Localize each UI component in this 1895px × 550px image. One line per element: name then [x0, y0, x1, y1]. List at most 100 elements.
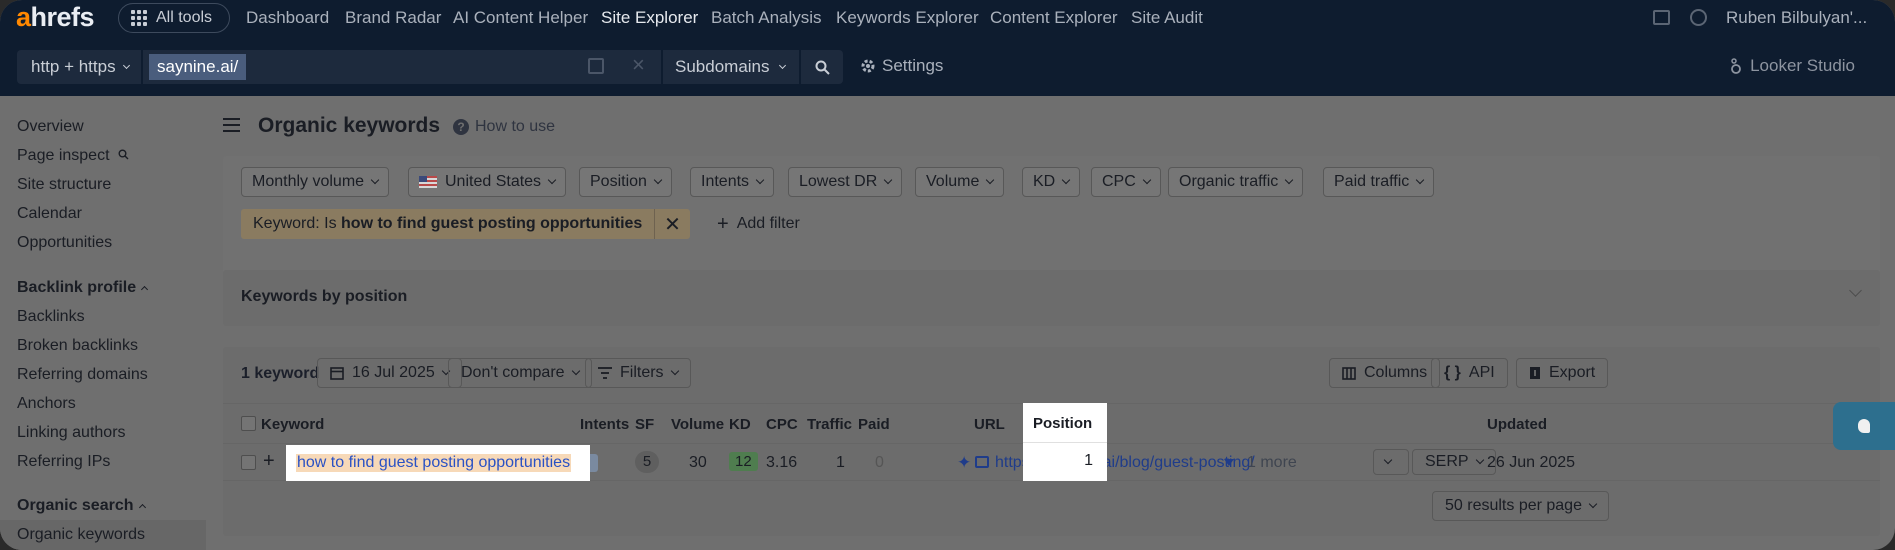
filter-monthly-volume[interactable]: Monthly volume	[241, 167, 390, 197]
menu-icon[interactable]	[223, 118, 240, 136]
col-updated[interactable]: Updated	[1487, 416, 1547, 433]
sidebar-item-organic-keywords[interactable]: Organic keywords	[17, 526, 145, 544]
all-tools-button[interactable]: All tools	[118, 3, 230, 33]
sidebar-item-referring-ips[interactable]: Referring IPs	[17, 453, 110, 471]
sidebar-item-overview[interactable]: Overview	[17, 118, 84, 136]
filter-value: how to find guest posting opportunities	[341, 215, 643, 232]
traffic-cell: 1	[836, 454, 845, 471]
api-button[interactable]: { } API	[1431, 358, 1508, 388]
url-dropdown-icon[interactable]	[1224, 459, 1234, 466]
close-icon[interactable]: ✕	[654, 209, 690, 239]
filter-icon	[598, 367, 612, 379]
filters-button[interactable]: Filters	[585, 358, 691, 388]
col-traffic[interactable]: Traffic	[807, 416, 852, 433]
target-url-input[interactable]: saynine.ai/	[143, 50, 661, 84]
col-paid[interactable]: Paid	[858, 416, 890, 433]
filter-position[interactable]: Position	[579, 167, 672, 197]
nav-keywords-explorer[interactable]: Keywords Explorer	[836, 8, 979, 28]
chat-support-button[interactable]	[1833, 402, 1895, 450]
results-per-page-select[interactable]: 50 results per page	[1432, 491, 1609, 521]
serp-button[interactable]: SERP	[1412, 449, 1496, 475]
protocol-select[interactable]: http + https	[17, 50, 141, 84]
active-keyword-filter[interactable]: Keyword: Is how to find guest posting op…	[241, 209, 690, 239]
search-icon	[118, 149, 129, 160]
search-button[interactable]	[801, 50, 843, 84]
filter-country[interactable]: United States	[408, 167, 567, 197]
more-urls-link[interactable]: 1 more	[1247, 454, 1297, 472]
filter-cpc[interactable]: CPC	[1091, 167, 1161, 197]
nav-site-audit[interactable]: Site Audit	[1131, 8, 1203, 28]
col-intents[interactable]: Intents	[580, 416, 629, 433]
chevron-down-icon[interactable]	[1849, 284, 1862, 297]
filter-lowest-dr[interactable]: Lowest DR	[788, 167, 903, 197]
date-picker[interactable]: 16 Jul 2025	[317, 358, 462, 388]
sidebar-item-broken-backlinks[interactable]: Broken backlinks	[17, 337, 138, 355]
ai-overview-icon[interactable]: ✦	[957, 453, 971, 473]
export-icon	[1530, 367, 1540, 379]
filter-kd[interactable]: KD	[1022, 167, 1081, 197]
sidebar-item-page-inspect[interactable]: Page inspect	[17, 147, 129, 165]
filter-volume[interactable]: Volume	[915, 167, 1005, 197]
filter-organic-traffic[interactable]: Organic traffic	[1168, 167, 1304, 197]
select-all-checkbox[interactable]	[241, 416, 256, 431]
col-url[interactable]: URL	[974, 416, 1005, 433]
clear-icon[interactable]: ×	[632, 54, 645, 76]
add-to-list-icon[interactable]: +	[263, 450, 275, 473]
mode-select[interactable]: Subdomains	[663, 50, 799, 84]
user-menu[interactable]: Ruben Bilbulyan'...	[1726, 8, 1867, 28]
highlighted-keyword[interactable]: how to find guest posting opportunities	[286, 445, 590, 481]
inbox-icon[interactable]	[1653, 10, 1670, 25]
col-cpc[interactable]: CPC	[766, 416, 798, 433]
compare-select[interactable]: Don't compare	[448, 358, 592, 388]
top-nav: ahrefs All tools Dashboard Brand Radar A…	[0, 0, 1895, 36]
looker-icon	[1731, 58, 1741, 74]
all-tools-label: All tools	[156, 9, 213, 26]
columns-icon	[1342, 366, 1356, 380]
sidebar-item-site-structure[interactable]: Site structure	[17, 176, 111, 194]
how-to-use-link[interactable]: ? How to use	[453, 118, 555, 136]
sidebar-item-opportunities[interactable]: Opportunities	[17, 234, 112, 252]
nav-batch-analysis[interactable]: Batch Analysis	[711, 8, 822, 28]
url-bar: http + https saynine.ai/ × Subdomains Se…	[0, 36, 1895, 96]
nav-ai-content-helper[interactable]: AI Content Helper	[453, 8, 588, 28]
add-filter-button[interactable]: + Add filter	[717, 213, 800, 235]
keyword-count: 1 keyword	[241, 365, 320, 382]
keywords-by-position-panel[interactable]: Keywords by position	[223, 270, 1880, 326]
sidebar-item-referring-domains[interactable]: Referring domains	[17, 366, 148, 384]
col-kd[interactable]: KD	[729, 416, 751, 433]
sidebar: Overview Page inspect Site structure Cal…	[0, 96, 206, 550]
nav-content-explorer[interactable]: Content Explorer	[990, 8, 1118, 28]
sidebar-item-anchors[interactable]: Anchors	[17, 395, 76, 413]
help-icon: ?	[453, 119, 469, 135]
row-checkbox[interactable]	[241, 455, 256, 470]
nav-site-explorer[interactable]: Site Explorer	[601, 8, 698, 28]
sidebar-section-organic-search[interactable]: Organic search	[17, 497, 146, 515]
search-icon	[815, 60, 830, 75]
keyword-link[interactable]: how to find guest posting opportunities	[296, 454, 572, 472]
filter-intents[interactable]: Intents	[690, 167, 775, 197]
sidebar-item-backlinks[interactable]: Backlinks	[17, 308, 85, 326]
nav-brand-radar[interactable]: Brand Radar	[345, 8, 441, 28]
row-actions-dropdown[interactable]	[1373, 449, 1409, 475]
nav-dashboard[interactable]: Dashboard	[246, 8, 329, 28]
filter-paid-traffic[interactable]: Paid traffic	[1323, 167, 1435, 197]
col-sf[interactable]: SF	[635, 416, 654, 433]
sidebar-item-calendar[interactable]: Calendar	[17, 205, 82, 223]
export-button[interactable]: Export	[1516, 358, 1609, 388]
columns-button[interactable]: Columns	[1329, 358, 1441, 388]
sidebar-section-backlink-profile[interactable]: Backlink profile	[17, 279, 149, 297]
sidebar-item-linking-authors[interactable]: Linking authors	[17, 424, 126, 442]
ahrefs-logo[interactable]: ahrefs	[16, 2, 95, 33]
looker-studio-button[interactable]: Looker Studio	[1730, 56, 1855, 76]
kd-badge: 12	[729, 452, 758, 471]
kbp-label: Keywords by position	[241, 288, 408, 305]
external-link-icon[interactable]	[588, 58, 604, 74]
sf-badge[interactable]: 5	[635, 451, 659, 473]
settings-button[interactable]: Settings	[860, 56, 943, 76]
col-volume[interactable]: Volume	[671, 416, 724, 433]
col-keyword[interactable]: Keyword	[261, 416, 324, 433]
filter-prefix: Keyword: Is	[253, 215, 342, 232]
plus-icon: +	[717, 213, 729, 235]
col-position[interactable]: Position	[1033, 415, 1092, 432]
speed-icon[interactable]	[1690, 9, 1707, 26]
